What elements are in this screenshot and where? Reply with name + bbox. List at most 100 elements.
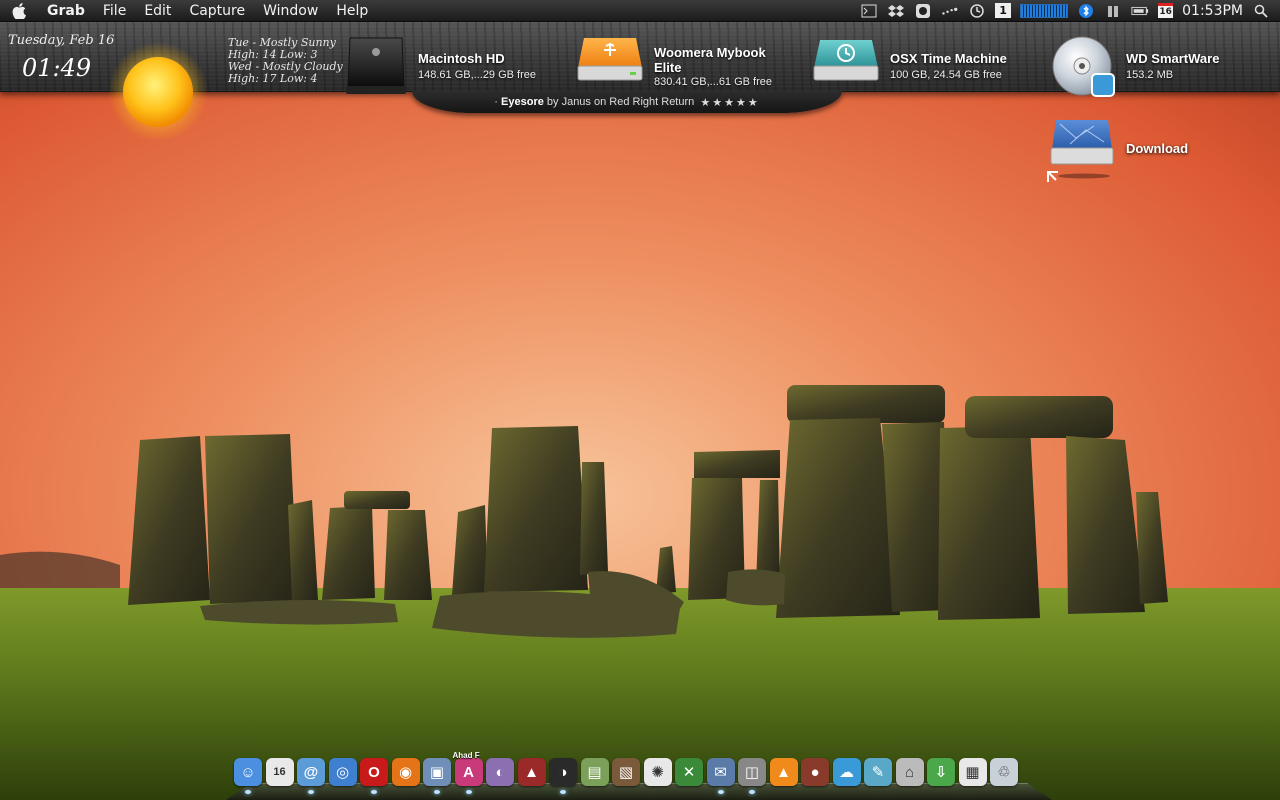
tor-icon: ◐ (486, 758, 514, 786)
trash-icon: ♲ (990, 758, 1018, 786)
credit-author: by Janus on Red Right Return (543, 96, 701, 108)
drive-name-line2: Elite (654, 60, 682, 75)
dock-item-textedit[interactable]: ✎ (864, 754, 892, 794)
downloads-icon: ⇩ (927, 758, 955, 786)
dock-item-imagecapture[interactable]: ✉ (706, 754, 735, 794)
dock-item-keepassx[interactable]: ✕ (675, 754, 703, 794)
apple-menu-icon[interactable] (0, 0, 38, 22)
dock-item-utility[interactable]: ▲ (517, 754, 546, 794)
menu-help[interactable]: Help (327, 0, 377, 22)
preview-icon: ▣ (423, 758, 451, 786)
battery-icon[interactable] (1131, 3, 1149, 19)
dock-items: ☺ 16 @ ◎ O ◉ ▣ A Ahad F ◐ ▲ ◑ ▤ ▧ ✺ ✕ ✉ ◫ ▲ ● ☁ ✎ ⌂ ⇩ ▦ ♲ (234, 751, 1018, 794)
weather-time: 01:49 (22, 54, 92, 82)
credit-theme-name: Eyesore (501, 96, 544, 108)
calendar-icon[interactable]: 16 (1158, 3, 1174, 18)
dock-item-tor[interactable]: ◐ (486, 754, 514, 794)
dock-item-vlc[interactable]: ▲ (769, 754, 798, 794)
drive-name: OSX Time Machine (890, 51, 1007, 66)
dock-item-finder[interactable]: ☺ (234, 754, 262, 794)
dock-item-safari[interactable]: ◎ (328, 754, 357, 794)
usb-drive-icon (577, 38, 643, 81)
dock-badge-label: Ahad F (452, 751, 480, 760)
dock-item-preview[interactable]: ▣ (423, 754, 451, 794)
grab-icon: ◫ (738, 758, 766, 786)
dock: ☺ 16 @ ◎ O ◉ ▣ A Ahad F ◐ ▲ ◑ ▤ ▧ ✺ ✕ ✉ ◫ ▲ ● ☁ ✎ ⌂ ⇩ ▦ ♲ (226, 751, 1052, 800)
dock-item-cinema[interactable]: ◑ (549, 754, 577, 794)
menu-app-name[interactable]: Grab (38, 0, 94, 22)
dock-item-ical[interactable]: 16 (265, 754, 294, 794)
running-indicator (749, 790, 755, 794)
dock-item-picasa[interactable]: ✺ (643, 754, 672, 794)
installer-icon: ▤ (580, 758, 609, 786)
theme-credit-tab: · Eyesore by Janus on Red Right Return ★… (412, 91, 842, 113)
dock-item-firefox[interactable]: ◉ (391, 754, 420, 794)
picasa-icon: ✺ (643, 758, 672, 786)
network-meter-icon[interactable] (1020, 3, 1069, 18)
ahad-icon: A (454, 758, 483, 786)
dock-item-grab[interactable]: ◫ (738, 754, 766, 794)
bluetooth-icon[interactable] (1077, 3, 1095, 19)
drive-name: WD SmartWare (1126, 51, 1220, 66)
drive-label: WD SmartWare 153.2 MB (1126, 51, 1219, 81)
spaces-icon[interactable]: 1 (995, 3, 1012, 18)
running-indicator (465, 790, 472, 794)
home-icon: ⌂ (895, 758, 924, 786)
vlc-icon: ▲ (769, 758, 798, 786)
menu-window[interactable]: Window (254, 0, 327, 22)
menu-bar: Grab File Edit Capture Window Help 1 16 … (0, 0, 1280, 22)
desktop-item-download[interactable]: Download (1046, 114, 1188, 189)
terminal-icon[interactable] (860, 3, 878, 19)
volume-icon[interactable] (1104, 3, 1122, 19)
folder-alias-icon (1047, 120, 1114, 182)
dock-item-documents[interactable]: ▦ (958, 754, 987, 794)
menu-clock[interactable]: 01:53PM (1182, 3, 1243, 19)
firefox-icon: ◉ (391, 758, 420, 786)
spotlight-search-icon[interactable] (1252, 3, 1270, 19)
running-indicator (434, 790, 440, 794)
weather-date: Tuesday, Feb 16 (8, 33, 115, 48)
drive-name: Macintosh HD (418, 51, 505, 66)
drive-info: 153.2 MB (1126, 69, 1174, 81)
menu-edit[interactable]: Edit (135, 0, 180, 22)
drive-info: 148.61 GB,...29 GB free (418, 69, 537, 81)
drive-name: Woomera Mybook (654, 45, 766, 60)
drive-label: Woomera Mybook Elite 830.41 GB,...61 GB … (654, 45, 772, 88)
menu-capture[interactable]: Capture (180, 0, 254, 22)
imagecapture-icon: ✉ (706, 758, 735, 786)
drive-info: 830.41 GB,...61 GB free (654, 76, 773, 88)
domo-icon: ● (801, 758, 829, 786)
hard-drive-icon (346, 37, 406, 94)
menu-file[interactable]: File (94, 0, 135, 22)
dock-item-installer[interactable]: ▤ (580, 754, 609, 794)
dock-item-iphoto[interactable]: ▧ (612, 754, 640, 794)
running-indicator (308, 790, 314, 794)
drive-label: Macintosh HD 148.61 GB,...29 GB free (418, 51, 536, 81)
adium-icon[interactable] (914, 3, 932, 19)
cd-drive-icon (1052, 36, 1115, 97)
dock-item-domo[interactable]: ● (801, 754, 829, 794)
time-machine-icon[interactable] (968, 3, 986, 19)
dropbox-icon[interactable] (887, 3, 905, 19)
opera-icon: O (360, 758, 388, 786)
dock-item-trash[interactable]: ♲ (990, 754, 1018, 794)
wifi-signal-icon[interactable] (941, 3, 959, 19)
cinema-icon: ◑ (549, 758, 577, 786)
safari-icon: ◎ (328, 758, 357, 786)
finder-icon: ☺ (234, 758, 262, 786)
running-indicator (245, 790, 251, 794)
keepassx-icon: ✕ (675, 758, 703, 786)
dock-item-opera[interactable]: O (360, 754, 388, 794)
time-machine-drive-icon (813, 40, 879, 81)
running-indicator (717, 790, 724, 794)
dock-item-home[interactable]: ⌂ (895, 754, 924, 794)
dock-item-mail[interactable]: @ (297, 754, 325, 794)
dock-item-coda[interactable]: ☁ (832, 754, 861, 794)
ical-icon: 16 (265, 758, 294, 786)
dock-item-downloads[interactable]: ⇩ (927, 754, 955, 794)
weather-forecast: Tue - Mostly Sunny High: 14 Low: 3 Wed -… (228, 37, 343, 85)
running-indicator (371, 790, 377, 794)
dock-item-ahad[interactable]: A Ahad F (452, 751, 483, 794)
utility-icon: ▲ (517, 758, 546, 786)
credit-stars: ★★★★★ (700, 96, 760, 109)
